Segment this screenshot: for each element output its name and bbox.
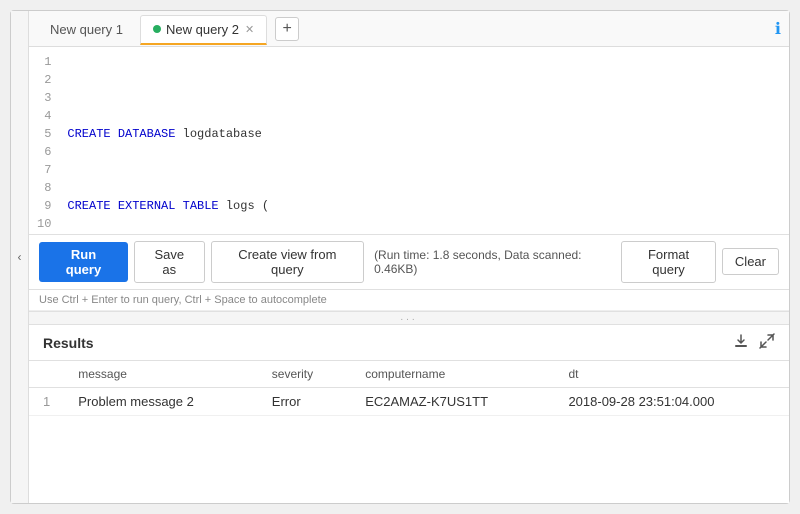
- sidebar-toggle[interactable]: ‹: [11, 11, 29, 503]
- results-table: message severity computername dt 1 Probl…: [29, 361, 789, 416]
- run-query-button[interactable]: Run query: [39, 242, 128, 282]
- results-area: Results: [29, 325, 789, 504]
- col-header-severity: severity: [258, 361, 351, 388]
- results-header: Results: [29, 325, 789, 361]
- line-numbers: 1 2 3 4 5 6 7 8 9 10 11 12 13 14 15 16: [29, 51, 59, 235]
- results-title: Results: [43, 335, 94, 351]
- code-text[interactable]: CREATE DATABASE logdatabase CREATE EXTER…: [59, 51, 789, 235]
- tab-status-dot: [153, 25, 161, 33]
- cell-severity: Error: [258, 387, 351, 415]
- download-icon[interactable]: [733, 333, 749, 354]
- hint-text: Use Ctrl + Enter to run query, Ctrl + Sp…: [39, 294, 327, 306]
- chevron-left-icon: ‹: [18, 250, 22, 264]
- toolbar-right: Format query Clear: [621, 241, 779, 283]
- cell-dt: 2018-09-28 23:51:04.000: [554, 387, 789, 415]
- code-editor[interactable]: 1 2 3 4 5 6 7 8 9 10 11 12 13 14 15 16: [29, 47, 789, 235]
- divider-dots: ...: [400, 312, 417, 323]
- cell-message: Problem message 2: [64, 387, 258, 415]
- divider[interactable]: ...: [29, 311, 789, 325]
- create-view-button[interactable]: Create view from query: [211, 241, 364, 283]
- hint-bar: Use Ctrl + Enter to run query, Ctrl + Sp…: [29, 290, 789, 311]
- run-info: (Run time: 1.8 seconds, Data scanned: 0.…: [374, 248, 615, 276]
- content-area: New query 1 New query 2 ✕ + ℹ 1 2: [29, 11, 789, 503]
- tab-close-icon[interactable]: ✕: [245, 23, 254, 36]
- results-icons: [733, 333, 775, 354]
- main-container: ‹ New query 1 New query 2 ✕ + ℹ: [10, 10, 790, 504]
- col-header-num: [29, 361, 64, 388]
- cell-computername: EC2AMAZ-K7US1TT: [351, 387, 554, 415]
- table-row: 1 Problem message 2 Error EC2AMAZ-K7US1T…: [29, 387, 789, 415]
- expand-icon[interactable]: [759, 333, 775, 354]
- add-tab-button[interactable]: +: [275, 17, 299, 41]
- col-header-message: message: [64, 361, 258, 388]
- tab-label: New query 2: [166, 22, 239, 37]
- toolbar: Run query Save as Create view from query…: [29, 235, 789, 290]
- col-header-dt: dt: [554, 361, 789, 388]
- col-header-computername: computername: [351, 361, 554, 388]
- save-as-button[interactable]: Save as: [134, 241, 205, 283]
- tab-label: New query 1: [50, 22, 123, 37]
- tab-new-query-1[interactable]: New query 1: [37, 14, 136, 44]
- tabs-bar: New query 1 New query 2 ✕ + ℹ: [29, 11, 789, 47]
- info-icon[interactable]: ℹ: [775, 19, 781, 39]
- format-query-button[interactable]: Format query: [621, 241, 716, 283]
- clear-button[interactable]: Clear: [722, 248, 779, 275]
- tab-new-query-2[interactable]: New query 2 ✕: [140, 15, 267, 45]
- plus-icon: +: [283, 20, 292, 38]
- row-num: 1: [29, 387, 64, 415]
- code-lines: 1 2 3 4 5 6 7 8 9 10 11 12 13 14 15 16: [29, 51, 789, 235]
